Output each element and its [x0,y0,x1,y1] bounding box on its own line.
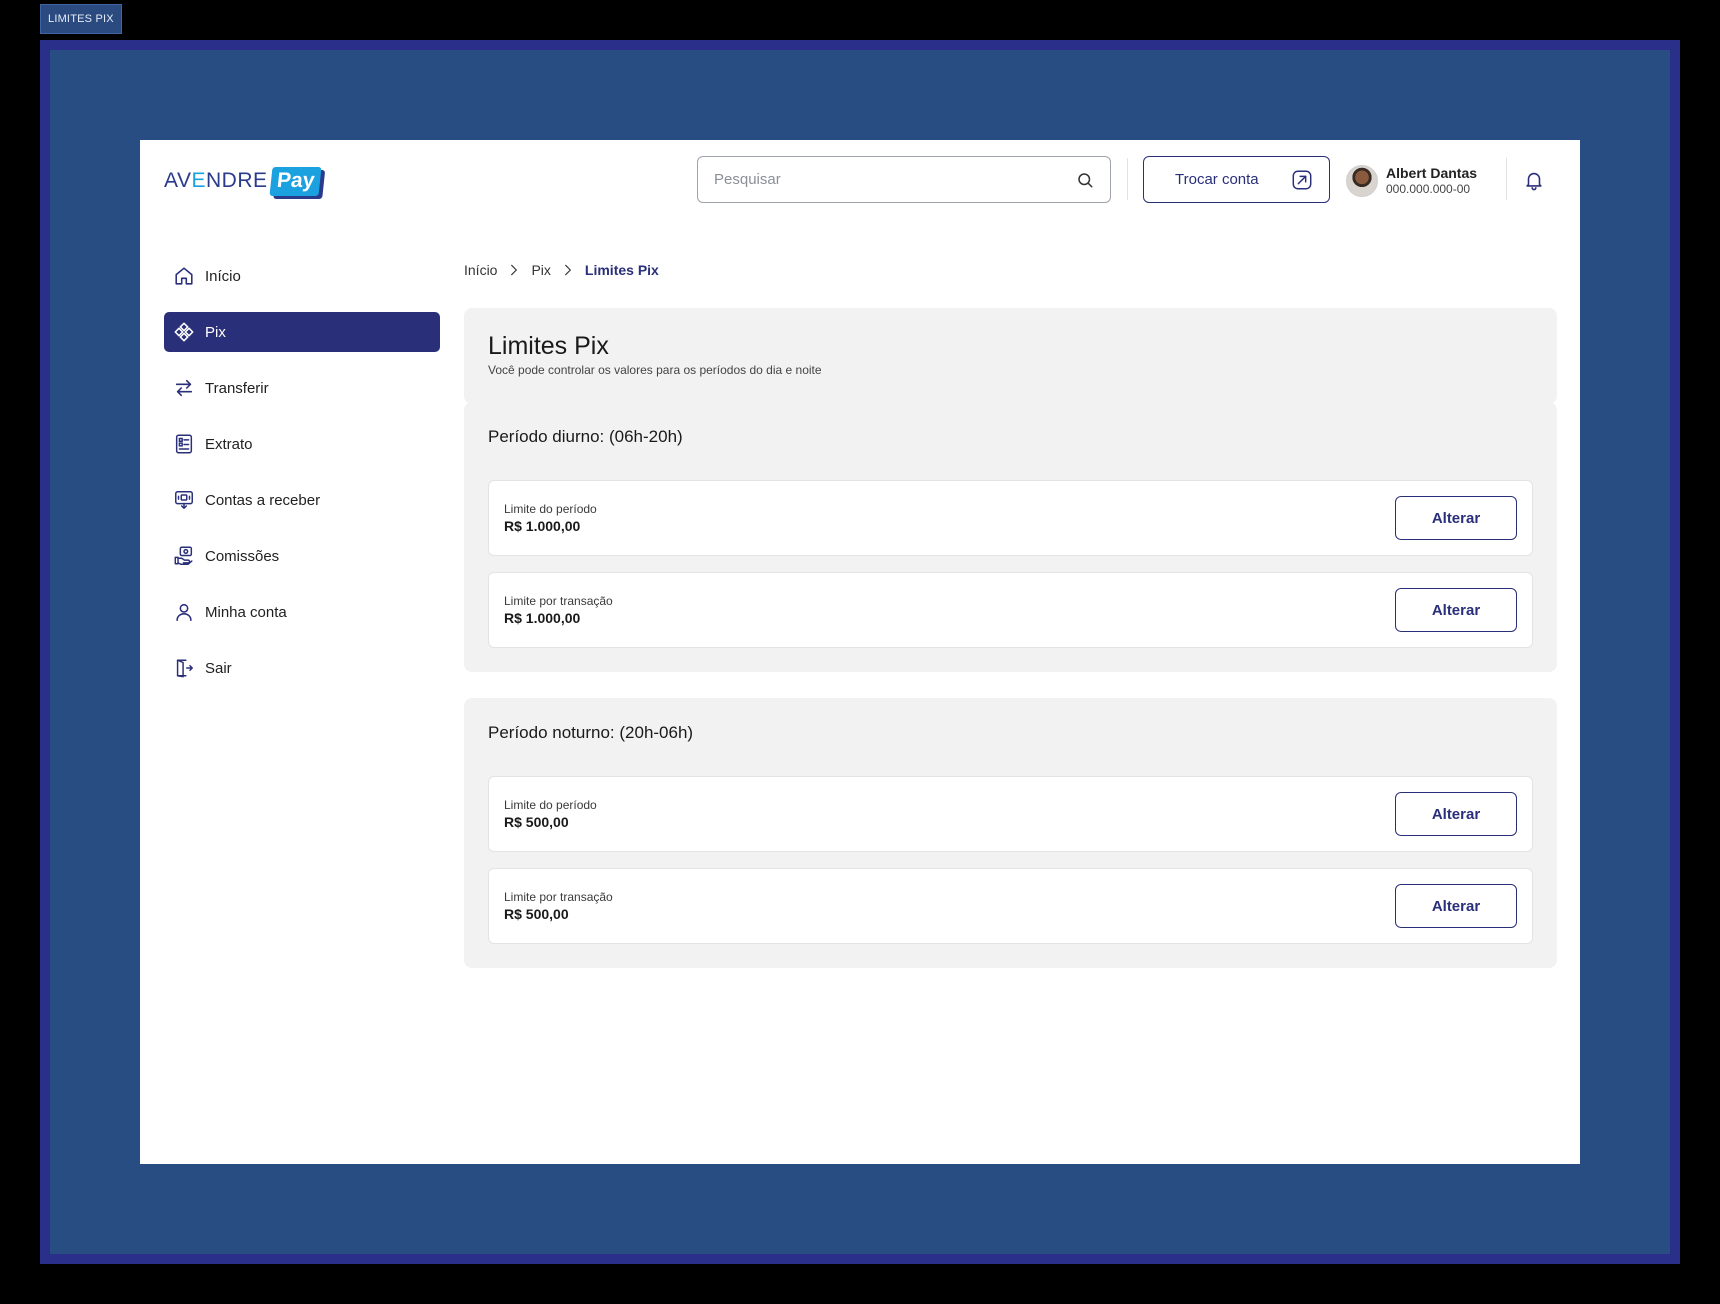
limit-row: Limite do período R$ 1.000,00 Alterar [488,480,1533,556]
sidebar-item-label: Sair [205,659,232,677]
sidebar-item-pix[interactable]: Pix [164,312,440,352]
limit-value: R$ 1.000,00 [504,517,581,534]
user-profile[interactable]: Albert Dantas 000.000.000-00 [1346,164,1477,198]
limit-value: R$ 1.000,00 [504,609,581,626]
header-divider [1127,158,1128,200]
search-input[interactable] [714,171,1076,188]
limit-label: Limite do período [504,797,597,812]
period-title: Período diurno: (06h-20h) [488,427,683,446]
search-icon[interactable] [1076,171,1094,189]
limit-row: Limite por transação R$ 1.000,00 Alterar [488,572,1533,648]
app-window: AVENDRE Pay Trocar conta Albert Dantas 0… [140,140,1580,1164]
logout-icon [176,659,193,678]
page-title: Limites Pix [488,332,609,360]
header-divider [1506,158,1507,200]
logo-pay-badge: Pay [268,166,322,196]
sidebar-item-comissoes[interactable]: Comissões [164,536,440,576]
alter-button[interactable]: Alterar [1395,496,1517,540]
limit-row: Limite por transação R$ 500,00 Alterar [488,868,1533,944]
period-day-card: Período diurno: (06h-20h) Limite do perí… [464,402,1557,672]
limit-label: Limite por transação [504,593,613,608]
period-title: Período noturno: (20h-06h) [488,723,694,742]
frame-label: LIMITES PIX [40,4,122,34]
sidebar-item-label: Contas a receber [205,491,321,509]
sidebar-item-label: Pix [205,323,226,341]
alter-button[interactable]: Alterar [1395,588,1517,632]
avatar [1346,165,1378,197]
sidebar-item-label: Transferir [205,379,269,397]
home-icon [175,267,193,285]
statement-icon [175,434,193,454]
user-document: 000.000.000-00 [1386,182,1471,196]
switch-account-button[interactable]: Trocar conta [1143,156,1330,203]
external-link-icon [1292,170,1312,189]
page-subtitle: Você pode controlar os valores para os p… [488,363,822,377]
transfer-arrows-icon [175,379,193,397]
sidebar-item-sair[interactable]: Sair [164,648,440,688]
sidebar: Início Pix Transferir Extrato Contas a r… [164,256,440,704]
alter-button[interactable]: Alterar [1395,792,1517,836]
commission-icon [174,546,193,565]
period-night-card: Período noturno: (20h-06h) Limite do per… [464,698,1557,968]
limit-label: Limite por transação [504,889,613,904]
sidebar-item-label: Extrato [205,435,253,453]
sidebar-item-label: Comissões [205,547,280,565]
alter-button[interactable]: Alterar [1395,884,1517,928]
receivables-icon [175,491,193,509]
chevron-right-icon [565,264,571,276]
page-header-card: Limites Pix Você pode controlar os valor… [464,308,1557,404]
pix-icon [174,322,194,342]
sidebar-item-label: Minha conta [205,603,287,621]
sidebar-item-transferir[interactable]: Transferir [164,368,440,408]
breadcrumb-home[interactable]: Início [464,262,497,278]
sidebar-item-inicio[interactable]: Início [164,256,440,296]
sidebar-item-extrato[interactable]: Extrato [164,424,440,464]
logo[interactable]: AVENDRE Pay [164,162,322,200]
sidebar-item-contas-a-receber[interactable]: Contas a receber [164,480,440,520]
sidebar-item-label: Início [205,267,241,285]
limit-label: Limite do período [504,501,597,516]
limit-row: Limite do período R$ 500,00 Alterar [488,776,1533,852]
bell-icon[interactable] [1523,169,1545,191]
switch-account-label: Trocar conta [1175,171,1259,188]
limit-value: R$ 500,00 [504,813,569,830]
chevron-right-icon [511,264,518,276]
user-name: Albert Dantas [1386,165,1478,181]
sidebar-item-minha-conta[interactable]: Minha conta [164,592,440,632]
search-box [697,156,1111,203]
breadcrumb-section[interactable]: Pix [531,262,550,278]
limit-value: R$ 500,00 [504,905,569,922]
breadcrumb: Início Pix Limites Pix [464,262,659,278]
user-icon [176,603,192,622]
logo-wordmark: AVENDRE [164,169,268,192]
breadcrumb-current: Limites Pix [584,262,659,278]
